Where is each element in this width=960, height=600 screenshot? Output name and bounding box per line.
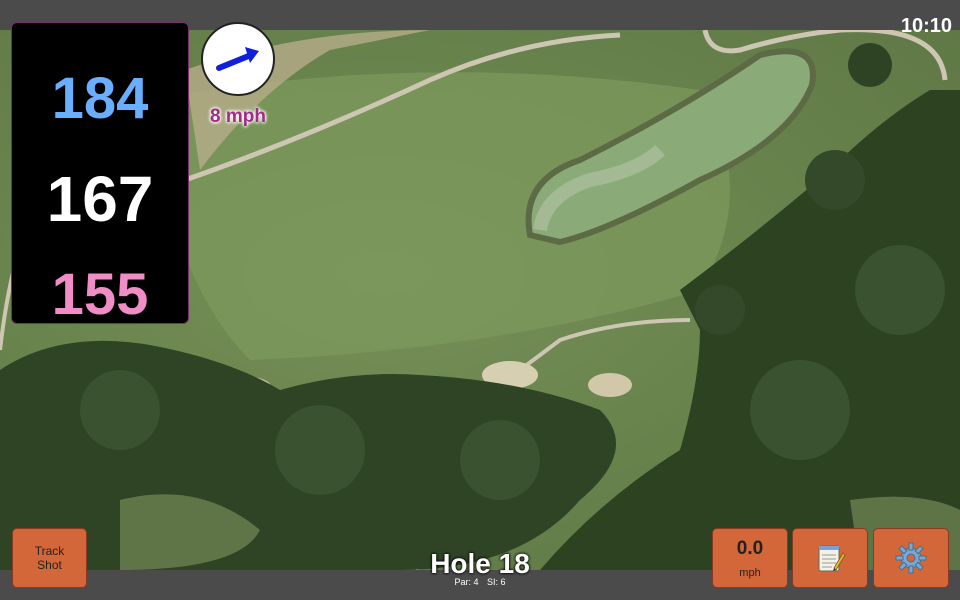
speed-value: 0.0 (736, 538, 764, 559)
track-shot-label-line2: Shot (37, 558, 62, 572)
notepad-icon (818, 545, 846, 572)
wind-speed-label: 8 mph (210, 106, 266, 127)
speed-unit: mph (739, 567, 761, 579)
gear-icon (895, 542, 927, 574)
speed-button[interactable]: 0.0 mph (712, 528, 788, 588)
middle-distance: 167 (46, 163, 154, 235)
settings-button[interactable] (873, 528, 949, 588)
distance-panel: 184 167 155 (11, 22, 189, 327)
track-shot-label-line1: Track (34, 544, 65, 558)
track-shot-button[interactable]: Track Shot (12, 528, 87, 588)
arrow-right-icon (216, 47, 259, 71)
front-distance: 155 (51, 262, 149, 327)
clock-time: 10:10 (900, 15, 952, 37)
notes-button[interactable] (792, 528, 868, 588)
par-label: Par: 4 (454, 577, 479, 587)
si-label: SI: 6 (487, 577, 506, 587)
wind-indicator (201, 22, 275, 96)
hole-info: Par: 4 SI: 6 (380, 577, 580, 587)
hole-title: Hole 18 (430, 548, 530, 579)
back-distance: 184 (51, 66, 149, 131)
